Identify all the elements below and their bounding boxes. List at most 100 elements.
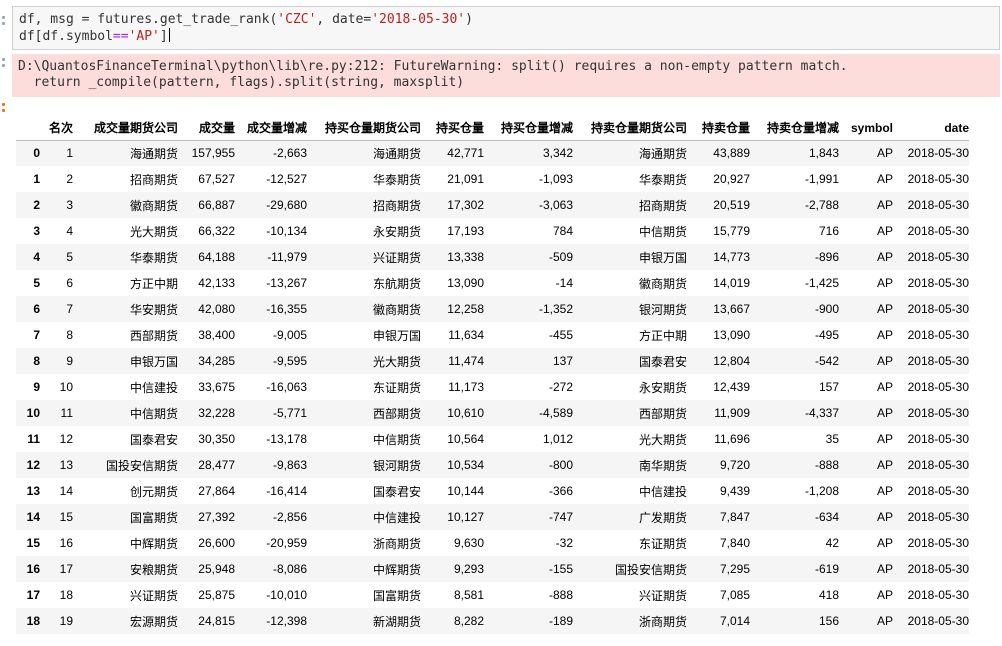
table-cell: 中辉期货 <box>129 536 178 551</box>
table-cell: 2018-05-30 <box>907 198 969 212</box>
table-cell: 25,875 <box>198 588 235 602</box>
row-index: 18 <box>26 614 40 628</box>
table-cell: -16,063 <box>266 380 307 394</box>
cell-gutter <box>0 0 12 120</box>
table-cell: 21,091 <box>447 172 484 186</box>
table-cell: 24,815 <box>198 614 235 628</box>
table-cell: 浙商期货 <box>638 614 687 629</box>
column-header: 持买仓量期货公司 <box>307 116 421 141</box>
table-cell: 申银万国 <box>638 250 687 265</box>
table-cell: 1,012 <box>542 432 573 446</box>
table-cell: 9,293 <box>453 562 484 576</box>
code-input-cell[interactable]: df, msg = futures.get_trade_rank('CZC', … <box>12 6 1000 50</box>
table-cell: 35 <box>825 432 839 446</box>
table-cell: -12,398 <box>266 614 307 628</box>
table-cell: 13,667 <box>713 302 750 316</box>
table-cell: 25,948 <box>198 562 235 576</box>
table-row: 9 10 中信建投 33,675 -16,063 东证期货 11,173 -272 永安期货 12… <box>16 374 969 400</box>
table-cell: 2018-05-30 <box>907 484 969 498</box>
table-cell: 兴证期货 <box>129 588 178 603</box>
table-cell: 10,564 <box>447 432 484 446</box>
output-marker <box>2 103 5 106</box>
table-cell: AP <box>876 328 893 342</box>
table-cell: 716 <box>818 224 839 238</box>
table-cell: 国投安信期货 <box>614 562 687 577</box>
table-header-row: 名次 成交量期货公司 成交量 成交量增减 持买仓量期货公司 持买仓量 持买仓量增减 持卖仓量期… <box>16 116 969 141</box>
code-text: ] <box>159 29 168 44</box>
table-row: 15 16 中辉期货 26,600 -20,959 浙商期货 9,630 -32 东证期货 7,8… <box>16 530 969 556</box>
table-row: 1 2 招商期货 67,527 -12,527 华泰期货 21,091 -1,093 华泰期货 2… <box>16 166 969 192</box>
table-cell: 1 <box>66 146 73 161</box>
column-header: 持卖仓量增减 <box>750 116 839 141</box>
table-cell: 2 <box>66 172 73 186</box>
table-cell: 申银万国 <box>372 328 421 343</box>
table-cell: 2018-05-30 <box>907 146 969 161</box>
column-header: 持卖仓量期货公司 <box>573 116 687 141</box>
table-cell: 11,909 <box>714 406 750 420</box>
table-cell: 12,258 <box>447 302 484 316</box>
table-cell: 157 <box>818 380 839 394</box>
table-cell: 10 <box>59 380 73 394</box>
table-cell: -12,527 <box>266 172 307 186</box>
table-cell: 13,090 <box>713 328 750 342</box>
table-cell: -4,589 <box>538 406 573 420</box>
table-cell: 西部期货 <box>372 406 421 421</box>
table-cell: 11,474 <box>448 354 484 368</box>
table-row: 10 11 中信期货 32,228 -5,771 西部期货 10,610 -4,589 西部期货… <box>16 400 969 426</box>
table-cell: 42,133 <box>198 276 235 290</box>
table-cell: 11,696 <box>714 432 750 446</box>
table-cell: 光大期货 <box>372 354 421 369</box>
table-cell: AP <box>876 614 893 628</box>
table-row: 0 1 海通期货 157,955 -2,663 海通期货 42,771 3,342 海通期货 43… <box>16 140 969 166</box>
table-cell: -747 <box>548 510 573 524</box>
table-cell: 12,804 <box>713 354 750 368</box>
table-cell: -272 <box>548 380 573 394</box>
row-index: 2 <box>33 198 40 212</box>
table-cell: 东证期货 <box>638 536 687 551</box>
prompt-marker <box>2 16 5 19</box>
table-cell: 2018-05-30 <box>907 354 969 368</box>
table-cell: 19 <box>59 614 73 628</box>
table-cell: 中信建投 <box>129 380 178 395</box>
table-cell: -4,337 <box>804 406 839 420</box>
table-cell: 徽商期货 <box>372 302 421 317</box>
table-cell: 8 <box>66 328 73 342</box>
table-cell: AP <box>876 276 893 290</box>
table-cell: -1,425 <box>804 276 839 290</box>
table-cell: AP <box>876 458 893 472</box>
table-cell: 13 <box>59 458 73 472</box>
table-cell: AP <box>876 172 893 186</box>
table-cell: -495 <box>814 328 839 342</box>
table-cell: 8,282 <box>453 614 484 628</box>
table-cell: 华泰期货 <box>372 172 421 187</box>
table-cell: -888 <box>548 588 573 602</box>
table-cell: 国富期货 <box>372 588 421 603</box>
table-cell: AP <box>876 354 893 368</box>
table-cell: 3,342 <box>542 146 573 161</box>
table-row: 6 7 华安期货 42,080 -16,355 徽商期货 12,258 -1,352 银河期货 1… <box>16 296 969 322</box>
code-line-1[interactable]: df, msg = futures.get_trade_rank('CZC', … <box>19 11 473 29</box>
row-index: 13 <box>26 484 40 498</box>
table-cell: -8,086 <box>272 562 307 576</box>
code-line-2[interactable]: df[df.symbol=='AP'] <box>19 28 170 46</box>
row-index: 12 <box>26 458 40 472</box>
table-cell: 徽商期货 <box>129 198 178 213</box>
table-cell: 7,014 <box>719 614 750 628</box>
table-cell: -1,093 <box>538 172 573 186</box>
table-cell: 15 <box>59 510 73 524</box>
table-cell: -9,595 <box>272 354 307 368</box>
table-cell: 17,302 <box>447 198 484 212</box>
table-cell: -1,352 <box>538 302 573 316</box>
table-cell: -29,680 <box>266 198 307 212</box>
table-cell: 43,889 <box>713 146 750 161</box>
table-cell: 11,173 <box>448 380 484 394</box>
table-cell: 15,779 <box>713 224 750 238</box>
table-cell: 安粮期货 <box>129 562 178 577</box>
table-cell: 11,634 <box>448 328 484 342</box>
code-string: 'CZC' <box>277 12 317 27</box>
table-cell: 永安期货 <box>372 224 421 239</box>
table-cell: 华安期货 <box>129 302 178 317</box>
row-index: 4 <box>33 250 40 264</box>
table-cell: -155 <box>548 562 573 576</box>
table-cell: 创元期货 <box>129 484 178 499</box>
